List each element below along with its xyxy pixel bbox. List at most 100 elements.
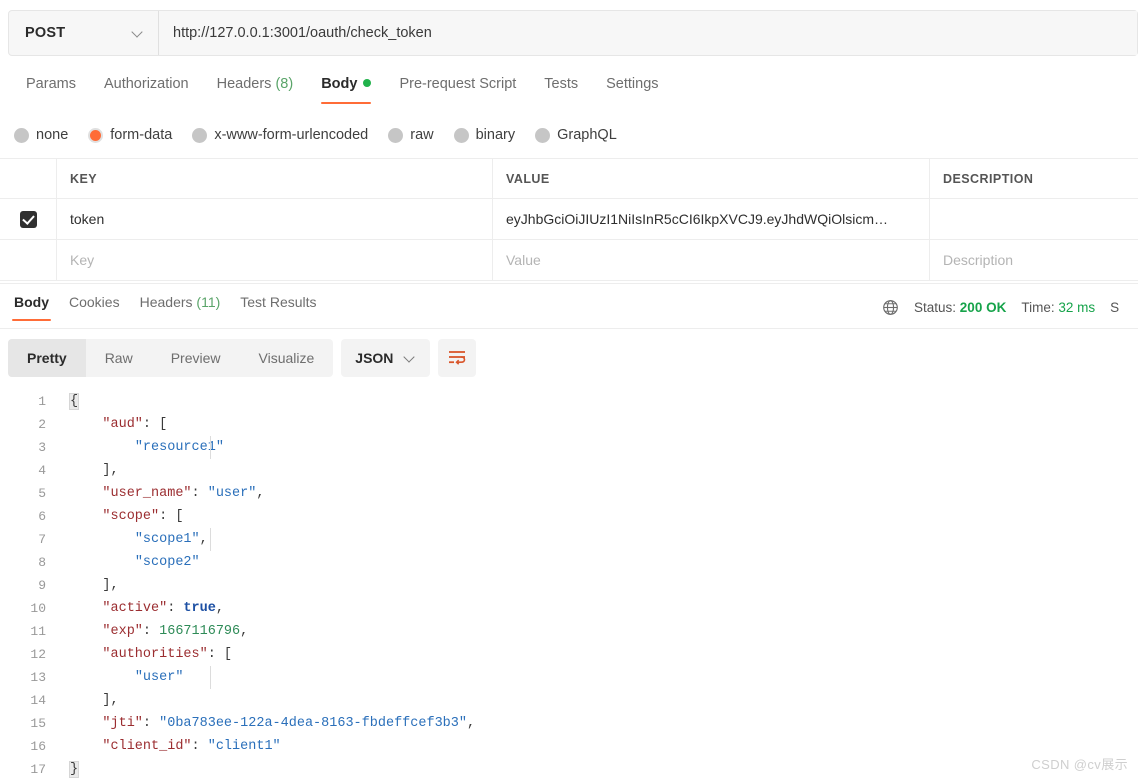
line-number: 7	[0, 528, 58, 551]
response-body-json[interactable]: 1{2 "aud": [3 "resource1"4 ],5 "user_nam…	[0, 390, 1138, 779]
line-number: 6	[0, 505, 58, 528]
format-pretty[interactable]: Pretty	[8, 339, 86, 377]
body-type-raw-label: raw	[410, 127, 433, 143]
body-modified-dot-icon	[363, 79, 371, 87]
row-key[interactable]: token	[57, 199, 492, 239]
code-text: "client_id": "client1"	[58, 735, 281, 758]
url-input[interactable]	[159, 11, 1137, 55]
code-line: 1{	[0, 390, 1138, 413]
response-meta: Status: 200 OK Time: 32 ms S	[870, 296, 1138, 318]
code-text: ],	[58, 574, 119, 597]
nested-indent-guide	[210, 666, 211, 689]
radio-icon	[192, 128, 207, 143]
tab-body-label: Body	[321, 76, 357, 92]
tab-tests-label: Tests	[544, 76, 578, 92]
method-selector[interactable]: POST	[9, 11, 159, 55]
code-line: 9 ],	[0, 574, 1138, 597]
postman-window: POST Params Authorization Headers (8) Bo…	[0, 0, 1138, 779]
new-key-input[interactable]: Key	[57, 240, 492, 280]
method-label: POST	[25, 25, 65, 41]
response-tab-test-results[interactable]: Test Results	[230, 292, 326, 321]
word-wrap-button[interactable]	[438, 339, 476, 377]
format-preview[interactable]: Preview	[152, 339, 240, 377]
radio-icon	[535, 128, 550, 143]
table-row-empty[interactable]: Key Value Description	[0, 240, 1138, 281]
format-visualize[interactable]: Visualize	[240, 339, 334, 377]
row-value[interactable]: eyJhbGciOiJIUzI1NiIsInR5cCI6IkpXVCJ9.eyJ…	[493, 199, 929, 239]
line-number: 16	[0, 735, 58, 758]
status-label: Status:	[914, 300, 956, 315]
line-number: 11	[0, 620, 58, 643]
response-tab-body-label: Body	[14, 294, 49, 310]
request-tabs: Params Authorization Headers (8) Body Pr…	[0, 74, 1138, 108]
body-type-form-data[interactable]: form-data	[88, 127, 172, 143]
format-preview-label: Preview	[171, 350, 221, 366]
response-tab-headers[interactable]: Headers (11)	[130, 292, 231, 321]
line-number: 14	[0, 689, 58, 712]
code-line: 11 "exp": 1667116796,	[0, 620, 1138, 643]
code-text: {	[58, 390, 78, 413]
time-group: Time: 32 ms	[1021, 300, 1095, 315]
tab-body[interactable]: Body	[307, 74, 385, 104]
tab-headers-label: Headers	[217, 76, 272, 92]
tab-settings[interactable]: Settings	[592, 74, 672, 104]
format-segmented-control: Pretty Raw Preview Visualize	[8, 339, 333, 377]
radio-icon	[14, 128, 29, 143]
new-value-input[interactable]: Value	[493, 240, 929, 280]
tab-settings-label: Settings	[606, 76, 658, 92]
body-type-raw[interactable]: raw	[388, 127, 433, 143]
tab-params-label: Params	[26, 76, 76, 92]
tab-params[interactable]: Params	[12, 74, 90, 104]
tab-pre-request-script[interactable]: Pre-request Script	[385, 74, 530, 104]
line-number: 12	[0, 643, 58, 666]
language-selector[interactable]: JSON	[341, 339, 430, 377]
size-label: S	[1110, 300, 1119, 315]
format-raw[interactable]: Raw	[86, 339, 152, 377]
line-number: 1	[0, 390, 58, 413]
body-type-binary[interactable]: binary	[454, 127, 516, 143]
row-checkbox-cell	[0, 199, 57, 239]
column-header-value: VALUE	[493, 159, 929, 198]
code-line: 17}	[0, 758, 1138, 779]
code-line: 14 ],	[0, 689, 1138, 712]
response-tab-body[interactable]: Body	[4, 292, 59, 321]
body-type-graphql[interactable]: GraphQL	[535, 127, 617, 143]
tab-authorization[interactable]: Authorization	[90, 74, 203, 104]
time-label: Time:	[1021, 300, 1054, 315]
table-row[interactable]: token eyJhbGciOiJIUzI1NiIsInR5cCI6IkpXVC…	[0, 199, 1138, 240]
row-checkbox[interactable]	[20, 211, 37, 228]
status-value: 200 OK	[960, 300, 1007, 315]
response-tab-cookies[interactable]: Cookies	[59, 292, 130, 321]
code-line: 6 "scope": [	[0, 505, 1138, 528]
code-text: "authorities": [	[58, 643, 232, 666]
row-description[interactable]	[930, 199, 1138, 239]
response-separator	[0, 283, 1138, 284]
code-line: 8 "scope2"	[0, 551, 1138, 574]
body-type-urlencoded-label: x-www-form-urlencoded	[214, 127, 368, 143]
body-type-x-www-form-urlencoded[interactable]: x-www-form-urlencoded	[192, 127, 368, 143]
body-type-none[interactable]: none	[14, 127, 68, 143]
body-type-radio-group: none form-data x-www-form-urlencoded raw…	[14, 122, 637, 148]
watermark: CSDN @cv展示	[1031, 754, 1128, 773]
response-tab-cookies-label: Cookies	[69, 294, 120, 310]
new-description-input[interactable]: Description	[930, 240, 1138, 280]
code-text: }	[58, 758, 78, 779]
response-tab-headers-label: Headers	[140, 294, 193, 310]
format-raw-label: Raw	[105, 350, 133, 366]
code-text: ],	[58, 459, 119, 482]
code-line: 10 "active": true,	[0, 597, 1138, 620]
code-text: "user"	[58, 666, 183, 689]
code-line: 4 ],	[0, 459, 1138, 482]
time-value: 32 ms	[1058, 300, 1095, 315]
status-group: Status: 200 OK	[914, 300, 1006, 315]
request-url-bar: POST	[8, 10, 1138, 56]
code-line: 2 "aud": [	[0, 413, 1138, 436]
tab-headers[interactable]: Headers (8)	[203, 74, 308, 104]
line-number: 4	[0, 459, 58, 482]
body-type-form-data-label: form-data	[110, 127, 172, 143]
code-text: "scope1",	[58, 528, 208, 551]
radio-icon	[454, 128, 469, 143]
line-number: 9	[0, 574, 58, 597]
response-format-toolbar: Pretty Raw Preview Visualize JSON	[8, 339, 476, 377]
tab-tests[interactable]: Tests	[530, 74, 592, 104]
